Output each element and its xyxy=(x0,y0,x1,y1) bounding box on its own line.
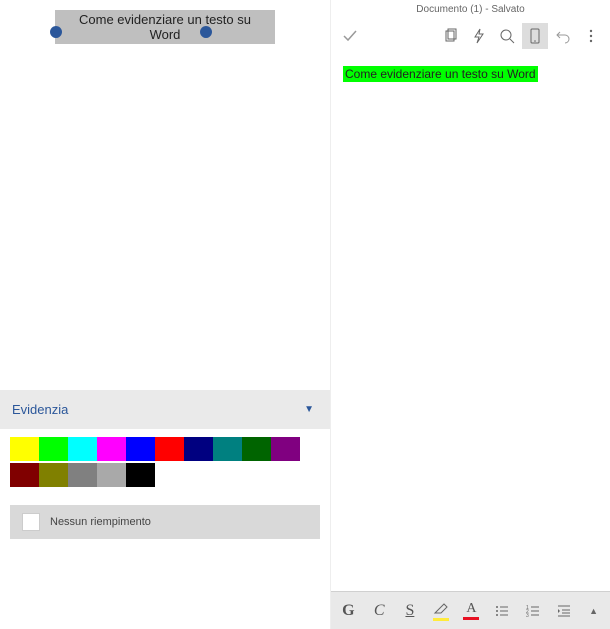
highlight-color-bar xyxy=(433,618,449,621)
more-menu-icon[interactable] xyxy=(578,23,604,49)
color-swatch[interactable] xyxy=(68,437,97,461)
bottom-formatting-toolbar: G C S A 123 ▲ xyxy=(331,591,610,629)
dropdown-arrow-icon[interactable]: ▼ xyxy=(300,400,318,419)
expand-toolbar-icon[interactable]: ▲ xyxy=(583,606,604,616)
indent-button[interactable] xyxy=(552,596,575,626)
color-swatch[interactable] xyxy=(10,463,39,487)
panel-header[interactable]: Evidenzia ▼ xyxy=(0,390,330,429)
color-swatch[interactable] xyxy=(97,437,126,461)
italic-button[interactable]: C xyxy=(368,596,391,626)
color-swatch[interactable] xyxy=(184,437,213,461)
numbered-list-button[interactable]: 123 xyxy=(522,596,545,626)
no-fill-swatch-icon xyxy=(22,513,40,531)
color-row-1 xyxy=(10,437,320,461)
undo-icon[interactable] xyxy=(550,23,576,49)
left-screenshot-pane: Come evidenziare un testo su Word Eviden… xyxy=(0,0,330,629)
color-swatch[interactable] xyxy=(242,437,271,461)
selection-handle-left[interactable] xyxy=(50,20,62,38)
bold-button[interactable]: G xyxy=(337,596,360,626)
mobile-view-icon[interactable] xyxy=(522,23,548,49)
color-swatch[interactable] xyxy=(271,437,300,461)
text-selection-area: Come evidenziare un testo su Word xyxy=(0,0,330,50)
selection-handle-right[interactable] xyxy=(200,20,212,38)
font-color-letter: A xyxy=(466,602,476,616)
font-color-button[interactable]: A xyxy=(460,596,483,626)
color-swatch[interactable] xyxy=(126,437,155,461)
color-swatch[interactable] xyxy=(155,437,184,461)
color-swatch[interactable] xyxy=(10,437,39,461)
color-swatch[interactable] xyxy=(97,463,126,487)
copy-icon[interactable] xyxy=(438,23,464,49)
panel-title: Evidenzia xyxy=(12,402,68,417)
top-toolbar xyxy=(331,19,610,53)
document-title-bar: Documento (1) - Salvato xyxy=(331,0,610,19)
document-body[interactable]: Come evidenziare un testo su Word xyxy=(331,53,610,629)
left-spacer xyxy=(0,50,330,390)
lightning-icon[interactable] xyxy=(466,23,492,49)
color-swatch[interactable] xyxy=(126,463,155,487)
no-fill-option[interactable]: Nessun riempimento xyxy=(10,505,320,539)
highlighter-icon xyxy=(433,601,449,617)
svg-text:3: 3 xyxy=(526,613,529,619)
no-fill-label: Nessun riempimento xyxy=(50,516,151,528)
color-swatch[interactable] xyxy=(68,463,97,487)
highlight-color-button[interactable] xyxy=(429,596,452,626)
search-icon[interactable] xyxy=(494,23,520,49)
selected-text: Come evidenziare un testo su Word xyxy=(55,10,275,44)
selected-text-box[interactable]: Come evidenziare un testo su Word xyxy=(55,10,275,44)
underline-button[interactable]: S xyxy=(399,596,422,626)
color-swatch[interactable] xyxy=(39,463,68,487)
bottom-gap xyxy=(0,539,330,629)
color-swatch[interactable] xyxy=(39,437,68,461)
right-screenshot-pane: Documento (1) - Salvato xyxy=(330,0,610,629)
highlight-color-panel: Evidenzia ▼ Nessun riempimento xyxy=(0,390,330,539)
toolbar-right-group xyxy=(438,23,604,49)
document-title: Documento (1) - Salvato xyxy=(416,4,524,15)
color-swatch[interactable] xyxy=(213,437,242,461)
bullet-list-button[interactable] xyxy=(491,596,514,626)
color-row-2 xyxy=(10,463,320,487)
highlighted-text[interactable]: Come evidenziare un testo su Word xyxy=(343,66,538,82)
checkmark-icon[interactable] xyxy=(337,23,363,49)
color-grid xyxy=(0,429,330,497)
font-color-bar xyxy=(463,617,479,620)
